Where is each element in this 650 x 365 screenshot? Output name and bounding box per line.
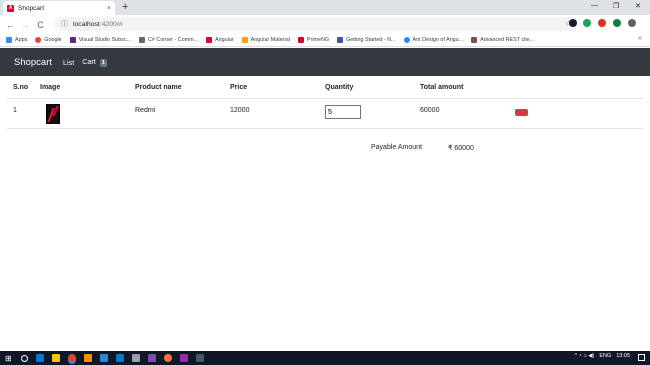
rest-client-icon <box>471 37 478 43</box>
site-info-icon[interactable]: ⓘ <box>61 19 68 29</box>
tab-title: Shopcart <box>18 4 45 12</box>
csharp-corner-icon <box>139 37 146 43</box>
reload-button[interactable]: C <box>33 20 48 30</box>
bookmark-visual-studio[interactable]: Visual Studio Subsc... <box>69 37 131 43</box>
cart-count-badge: 1 <box>99 59 107 67</box>
forward-button[interactable]: → <box>18 20 33 30</box>
back-button[interactable]: ← <box>3 20 18 30</box>
terminal-icon[interactable] <box>195 354 204 362</box>
notification-center-icon[interactable] <box>638 354 645 361</box>
microsoft-icon <box>69 37 76 43</box>
bookmark-csharp-corner[interactable]: C# Corner - Comm... <box>139 37 198 43</box>
ant-design-icon <box>403 37 410 43</box>
bookmark-google[interactable]: Google <box>35 37 62 43</box>
header-quantity: Quantity <box>325 84 354 91</box>
row-total-amount: 60000 <box>420 107 440 114</box>
close-window-button[interactable]: ✕ <box>635 2 641 10</box>
chrome-icon[interactable] <box>67 354 76 362</box>
remove-item-button[interactable] <box>515 109 528 116</box>
table-header: S.no Image Product name Price Quantity T… <box>7 77 643 99</box>
payable-amount-value: ₹ 60000 <box>448 145 474 152</box>
bookmarks-bar: Apps Google Visual Studio Subsc... C# Co… <box>0 34 650 47</box>
payable-amount-label: Payable Amount <box>371 144 422 151</box>
bookmark-advanced-rest[interactable]: Advanced REST clie... <box>471 37 534 43</box>
url-host: localhost <box>73 20 100 28</box>
header-image: Image <box>40 84 61 91</box>
nebular-icon <box>337 37 344 43</box>
file-explorer-icon[interactable] <box>51 354 60 362</box>
bookmark-angular[interactable]: Angular <box>206 37 234 43</box>
extension-icon-3[interactable] <box>613 19 621 27</box>
profile-avatar-icon[interactable] <box>628 19 636 27</box>
address-bar[interactable]: ⓘ localhost :4200/# ☆ <box>55 17 577 31</box>
bookmark-ant-design[interactable]: Ant Design of Angu... <box>403 37 463 43</box>
bookmark-angular-material[interactable]: Angular Material <box>241 37 290 43</box>
clock[interactable]: 13:05 <box>616 353 630 359</box>
bookmarks-overflow-icon[interactable]: » <box>638 35 642 42</box>
bookmark-apps[interactable]: Apps <box>6 37 27 43</box>
extension-icon-2[interactable] <box>583 19 591 27</box>
app-navbar: Shopcart List Cart 1 <box>0 48 650 76</box>
minimize-button[interactable]: — <box>591 2 598 9</box>
row-product-name: Redmi <box>135 107 156 114</box>
header-total-amount: Total amount <box>420 84 464 91</box>
vscode-icon[interactable] <box>115 354 124 362</box>
remote-desktop-icon[interactable] <box>99 354 108 362</box>
nav-link-cart[interactable]: Cart 1 <box>82 57 107 67</box>
bookmark-primeng[interactable]: PrimeNG <box>297 37 329 43</box>
search-icon[interactable] <box>20 354 28 362</box>
quantity-input[interactable] <box>325 105 361 119</box>
angular-icon <box>206 37 213 43</box>
firefox-icon[interactable] <box>163 354 172 362</box>
new-tab-button[interactable]: + <box>122 1 128 14</box>
nav-link-list[interactable]: List <box>63 58 74 67</box>
header-sno: S.no <box>13 84 29 91</box>
angular-material-icon <box>241 37 248 43</box>
brand-logo[interactable]: Shopcart <box>14 57 52 68</box>
tab-close-icon[interactable]: × <box>107 5 111 12</box>
primeng-icon <box>297 37 304 43</box>
bookmark-getting-started[interactable]: Getting Started - N... <box>337 37 396 43</box>
tray-icons[interactable]: ^ ◔ ⌂ ◀) <box>574 353 594 359</box>
apps-grid-icon <box>6 37 12 43</box>
adblock-extension-icon[interactable] <box>598 19 606 27</box>
product-image <box>46 104 60 124</box>
extension-icon-1[interactable] <box>569 19 577 27</box>
url-path: :4200/# <box>99 20 123 28</box>
app-icon[interactable] <box>179 354 188 362</box>
google-icon <box>35 37 42 43</box>
browser-tab[interactable]: A Shopcart × <box>3 1 115 15</box>
windows-start-icon[interactable]: ⊞ <box>5 354 12 363</box>
browser-tabstrip: A Shopcart × + — ❐ ✕ <box>0 0 650 15</box>
system-tray: ^ ◔ ⌂ ◀) ENG 13:05 <box>569 353 630 359</box>
cart-link-label: Cart <box>82 57 96 66</box>
cart-table: S.no Image Product name Price Quantity T… <box>7 77 643 129</box>
row-sno: 1 <box>13 107 17 114</box>
people-icon[interactable] <box>131 354 140 362</box>
browser-toolbar: ← → C ⓘ localhost :4200/# ☆ <box>0 15 650 34</box>
store-icon[interactable] <box>83 354 92 362</box>
header-product-name: Product name <box>135 84 182 91</box>
language-indicator[interactable]: ENG <box>599 353 611 359</box>
maximize-button[interactable]: ❐ <box>613 2 619 10</box>
header-price: Price <box>230 84 248 91</box>
visual-studio-icon[interactable] <box>147 354 156 362</box>
row-price: 12000 <box>230 107 250 114</box>
windows-taskbar: ⊞ ^ ◔ ⌂ ◀) ENG 13:05 <box>0 351 650 365</box>
angular-favicon-icon: A <box>7 4 14 12</box>
table-row: 1 Redmi 12000 60000 <box>7 99 643 129</box>
edge-icon[interactable] <box>35 354 44 362</box>
